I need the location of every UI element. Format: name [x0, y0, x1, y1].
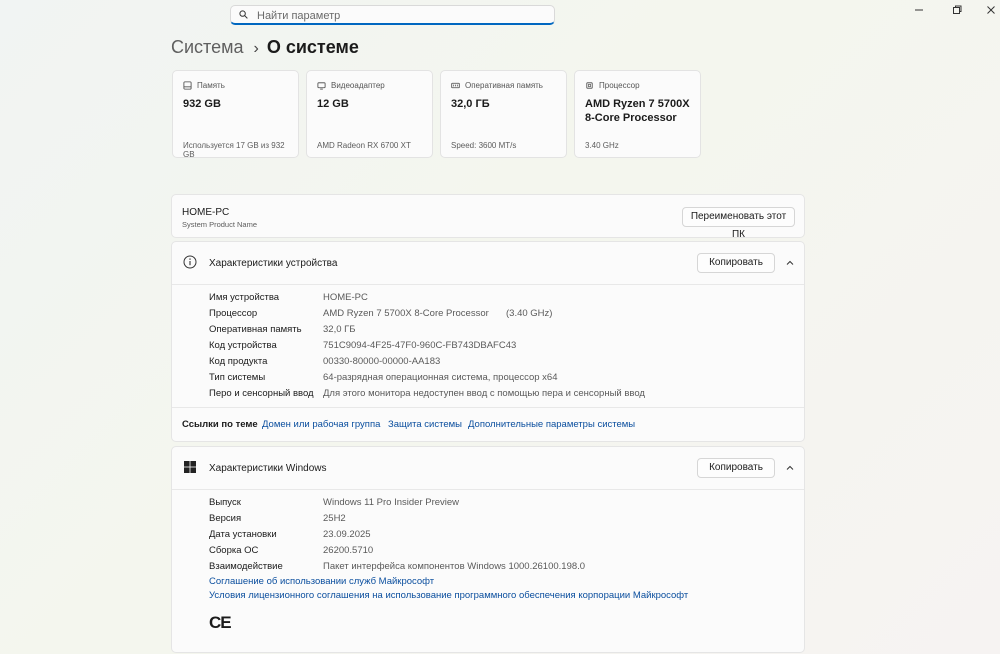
spec-label-device-id: Код устройства	[209, 340, 277, 351]
spec-label-system-type: Тип системы	[209, 372, 266, 383]
search-input[interactable]	[255, 7, 549, 24]
spec-value-product-id: 00330-80000-00000-AA183	[323, 356, 441, 367]
spec-value-device-id: 751C9094-4F25-47F0-960C-FB743DBAFC43	[323, 340, 517, 351]
device-specs-panel: Характеристики устройства Копировать Имя…	[171, 241, 805, 442]
spec-value-pen-touch: Для этого монитора недоступен ввод с пом…	[323, 388, 645, 399]
search-icon	[239, 10, 248, 19]
gpu-card-label: Видеоадаптер	[331, 81, 385, 90]
gpu-card[interactable]: Видеоадаптер 12 GB AMD Radeon RX 6700 XT	[306, 70, 433, 158]
breadcrumb-separator: ›	[253, 40, 259, 57]
spec-value-ram: 32,0 ГБ	[323, 324, 356, 335]
win-value-experience: Пакет интерфейса компонентов Windows 100…	[323, 561, 586, 572]
link-advanced-system-settings[interactable]: Дополнительные параметры системы	[468, 419, 635, 430]
cpu-card-sub: 3.40 GHz	[585, 141, 619, 150]
device-specs-title: Характеристики устройства	[209, 258, 338, 269]
copy-windows-specs-button[interactable]: Копировать	[697, 458, 775, 478]
cpu-card-value: AMD Ryzen 7 5700X 8-Core Processor	[585, 98, 690, 124]
win-label-version: Версия	[209, 513, 242, 524]
link-services-agreement[interactable]: Соглашение об использовании служб Майкро…	[209, 576, 434, 587]
storage-card[interactable]: Память 932 GB Используется 17 GB из 932 …	[172, 70, 299, 159]
cpu-card-label: Процессор	[599, 81, 640, 90]
rename-pc-button[interactable]: Переименовать этот ПК	[682, 207, 795, 240]
ram-card-label: Оперативная память	[465, 81, 543, 90]
cpu-card[interactable]: Процессор AMD Ryzen 7 5700X 8-Core Proce…	[574, 70, 701, 158]
windows-specs-panel: Характеристики Windows Копировать Выпуск…	[171, 446, 805, 653]
windows-specs-title: Характеристики Windows	[209, 463, 327, 474]
spec-value-device-name: HOME-PC	[323, 292, 368, 303]
gpu-card-sub: AMD Radeon RX 6700 XT	[317, 141, 411, 150]
win-label-experience: Взаимодействие	[209, 561, 283, 572]
win-value-install-date: 23.09.2025	[323, 529, 371, 540]
gpu-card-value: 12 GB	[317, 98, 349, 110]
pc-model: System Product Name	[182, 220, 258, 229]
ram-icon	[451, 82, 460, 89]
storage-card-value: 932 GB	[183, 98, 221, 110]
win-value-version: 25H2	[323, 513, 346, 524]
minimize-icon[interactable]	[913, 4, 925, 16]
storage-card-label: Память	[197, 81, 225, 90]
search-box[interactable]	[230, 5, 555, 25]
spec-value-system-type: 64-разрядная операционная система, проце…	[323, 372, 558, 383]
spec-label-product-id: Код продукта	[209, 356, 268, 367]
storage-card-sub: Используется 17 GB из 932 GB	[183, 141, 285, 159]
page-title: О системе	[266, 37, 359, 57]
link-license-terms[interactable]: Условия лицензионного соглашения на испо…	[209, 590, 688, 601]
windows-logo-icon	[184, 461, 196, 473]
spec-label-pen-touch: Перо и сенсорный ввод	[209, 388, 314, 399]
chevron-up-icon[interactable]	[785, 258, 795, 268]
ram-card[interactable]: Оперативная память 32,0 ГБ Speed: 3600 M…	[440, 70, 567, 158]
win-label-os-build: Сборка ОС	[209, 545, 259, 556]
ram-card-sub: Speed: 3600 MT/s	[451, 141, 517, 150]
copy-device-specs-button[interactable]: Копировать	[697, 253, 775, 273]
link-domain-workgroup[interactable]: Домен или рабочая группа	[262, 419, 380, 430]
link-system-protection[interactable]: Защита системы	[388, 419, 462, 430]
spec-value-processor-freq: (3.40 GHz)	[506, 308, 553, 319]
pc-name: HOME-PC	[182, 207, 230, 218]
related-links-title: Ссылки по теме	[182, 419, 258, 430]
divider	[172, 407, 804, 408]
breadcrumb-parent[interactable]: Система	[171, 37, 244, 57]
divider	[172, 284, 804, 285]
win-value-os-build: 26200.5710	[323, 545, 374, 556]
cpu-icon	[586, 82, 593, 89]
win-label-install-date: Дата установки	[209, 529, 277, 540]
close-icon[interactable]	[985, 4, 997, 16]
gpu-icon	[317, 82, 326, 90]
spec-label-processor: Процессор	[209, 308, 258, 319]
spec-value-processor: AMD Ryzen 7 5700X 8-Core Processor	[323, 308, 489, 319]
win-label-edition: Выпуск	[209, 497, 241, 508]
ce-mark: CE	[209, 613, 232, 632]
spec-label-device-name: Имя устройства	[209, 292, 280, 303]
win-value-edition: Windows 11 Pro Insider Preview	[323, 497, 460, 508]
storage-icon	[183, 81, 192, 90]
breadcrumb: Система › О системе	[171, 37, 359, 58]
divider	[172, 489, 804, 490]
ram-card-value: 32,0 ГБ	[451, 98, 490, 110]
spec-label-ram: Оперативная память	[209, 324, 302, 335]
info-icon	[183, 255, 197, 269]
pc-name-panel: HOME-PC System Product Name Переименоват…	[171, 194, 805, 240]
chevron-up-icon[interactable]	[785, 463, 795, 473]
maximize-icon[interactable]	[951, 4, 963, 16]
